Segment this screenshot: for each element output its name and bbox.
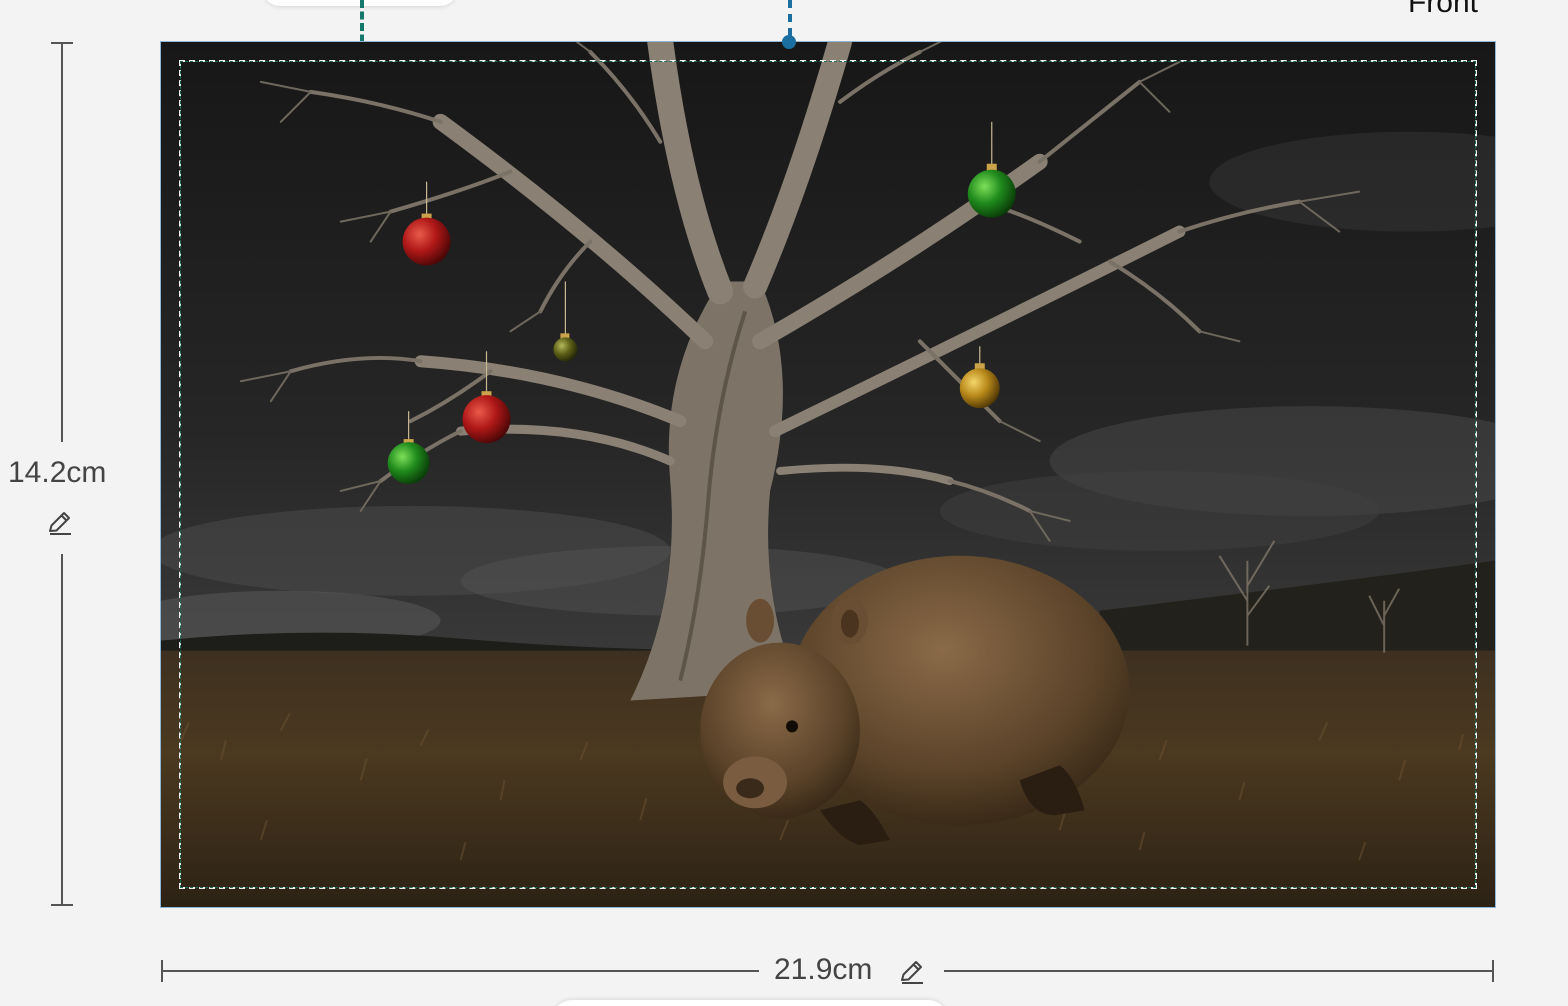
bottom-toolbar-pill[interactable] bbox=[552, 1000, 948, 1006]
height-ruler-line-top bbox=[61, 42, 63, 442]
width-ruler-line-right bbox=[944, 970, 1494, 972]
height-ruler-bottom-cap bbox=[51, 904, 73, 906]
height-ruler-line-bottom bbox=[61, 554, 63, 906]
height-label: 14.2cm bbox=[8, 456, 107, 489]
face-label: Front bbox=[1407, 0, 1478, 19]
width-ruler-right-cap bbox=[1492, 960, 1494, 982]
center-guide-dot[interactable] bbox=[782, 35, 796, 49]
width-ruler-line-left bbox=[161, 970, 759, 972]
artwork-image bbox=[161, 42, 1495, 907]
card-front[interactable] bbox=[160, 41, 1496, 908]
pencil-icon[interactable] bbox=[45, 507, 75, 537]
pencil-icon[interactable] bbox=[897, 956, 927, 986]
width-label: 21.9cm bbox=[774, 953, 873, 986]
design-editor-canvas: Front 14.2cm 21.9cm bbox=[0, 0, 1568, 1006]
center-guide-handle[interactable] bbox=[788, 0, 792, 36]
